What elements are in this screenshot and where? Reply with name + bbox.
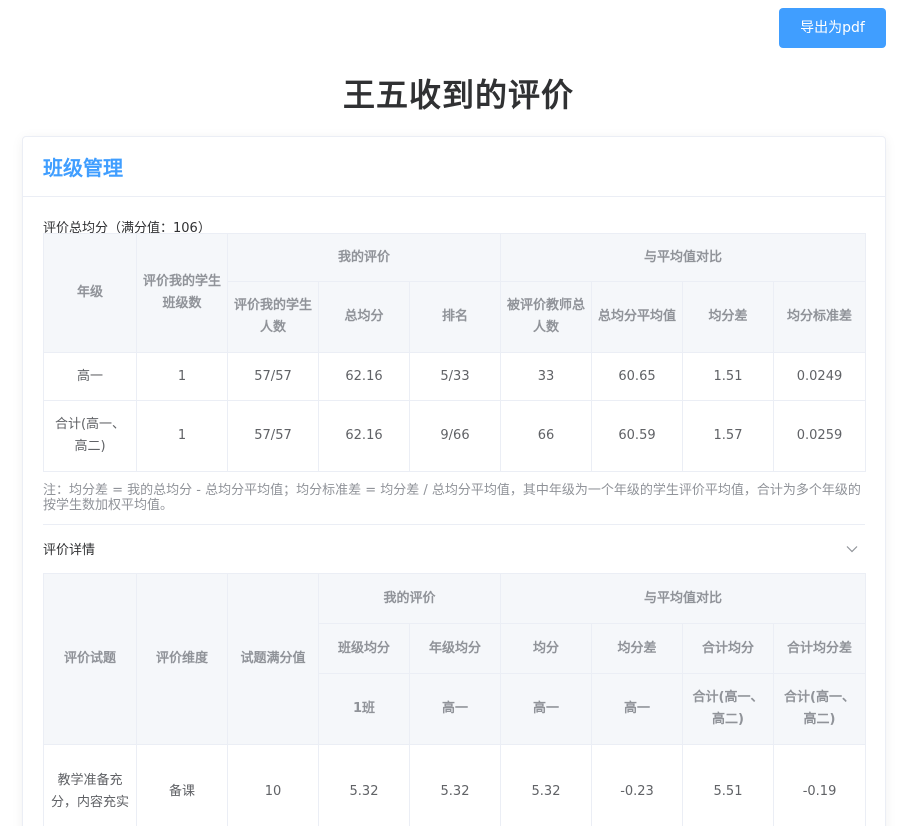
- table-row: 合计(高一、高二) 1 57/57 62.16 9/66 66 60.59 1.…: [43, 400, 867, 472]
- header-class-count: 评价我的学生班级数: [136, 233, 228, 353]
- card-header: 班级管理: [23, 137, 885, 197]
- cell-dimension: 备课: [136, 744, 228, 826]
- cell-class-avg: 5.32: [318, 744, 410, 826]
- class-management-card: 班级管理 评价总均分（满分值：106） 年级 评价我的学生班级数 我的评价 与平…: [22, 136, 886, 826]
- header-my-eval: 我的评价: [317, 573, 502, 624]
- subheader-grade: 高一: [500, 673, 593, 745]
- header-student-count: 评价我的学生人数: [227, 281, 319, 353]
- export-pdf-button[interactable]: 导出为pdf: [779, 8, 886, 48]
- subheader-class: 1班: [318, 673, 410, 745]
- cell-avg: 5.32: [500, 744, 593, 826]
- header-avg: 均分: [500, 623, 593, 674]
- header-full-score: 试题满分值: [227, 573, 319, 745]
- cell-class-count: 1: [136, 400, 228, 472]
- cell-rank: 5/33: [409, 352, 501, 401]
- header-rank: 排名: [409, 281, 501, 353]
- cell-item: 教学准备充分，内容充实: [43, 744, 137, 826]
- header-dimension: 评价维度: [136, 573, 228, 745]
- cell-grade: 合计(高一、高二): [43, 400, 137, 472]
- cell-total-avg: 5.51: [682, 744, 775, 826]
- header-grade-avg: 年级均分: [408, 623, 502, 674]
- header-diff: 均分差: [591, 623, 684, 674]
- header-compare: 与平均值对比: [500, 573, 867, 624]
- table-row: 高一 1 57/57 62.16 5/33 33 60.65 1.51 0.02…: [43, 352, 867, 401]
- summary-note: 注：均分差 = 我的总均分 - 总均分平均值；均分标准差 = 均分差 / 总均分…: [43, 483, 861, 513]
- details-label: 评价详情: [43, 543, 96, 558]
- cell-avg-of-total: 60.65: [591, 352, 683, 401]
- cell-rank: 9/66: [409, 400, 501, 472]
- cell-full-score: 10: [227, 744, 319, 826]
- page-title: 王五收到的评价: [342, 76, 574, 114]
- cell-total-diff: -0.19: [773, 744, 867, 826]
- header-class-avg: 班级均分: [318, 623, 410, 674]
- header-total-avg: 合计均分: [682, 623, 775, 674]
- cell-avg-of-total: 60.59: [591, 400, 683, 472]
- card-title: 班级管理: [43, 156, 123, 180]
- cell-student-count: 57/57: [227, 352, 319, 401]
- cell-diff: -0.23: [591, 744, 684, 826]
- cell-student-count: 57/57: [227, 400, 319, 472]
- subheader-total: 合计(高一、高二): [682, 673, 775, 745]
- chevron-down-icon: [846, 545, 858, 552]
- subheader-total: 合计(高一、高二): [773, 673, 867, 745]
- cell-grade-avg: 5.32: [408, 744, 502, 826]
- cell-grade: 高一: [43, 352, 137, 401]
- cell-total-avg: 62.16: [318, 400, 410, 472]
- cell-std-diff: 0.0259: [772, 400, 867, 472]
- header-std-diff: 均分标准差: [772, 281, 867, 353]
- cell-total-avg: 62.16: [318, 352, 410, 401]
- header-diff: 均分差: [682, 281, 774, 353]
- header-compare: 与平均值对比: [499, 233, 867, 282]
- details-table: 评价试题 评价维度 试题满分值 我的评价 与平均值对比 班级均分 年级均分 均分…: [43, 573, 867, 826]
- header-total-diff: 合计均分差: [773, 623, 867, 674]
- header-avg-of-total: 总均分平均值: [591, 281, 683, 353]
- subheader-grade: 高一: [591, 673, 684, 745]
- header-total-avg: 总均分: [318, 281, 410, 353]
- cell-diff: 1.51: [682, 352, 774, 401]
- table-row: 教学准备充分，内容充实 备课 10 5.32 5.32 5.32 -0.23 5…: [43, 744, 867, 826]
- header-grade: 年级: [43, 233, 137, 353]
- summary-table: 年级 评价我的学生班级数 我的评价 与平均值对比 评价我的学生人数 总均分 排名…: [43, 233, 867, 472]
- subheader-grade: 高一: [408, 673, 502, 745]
- header-teacher-count: 被评价教师总人数: [500, 281, 592, 353]
- header-my-eval: 我的评价: [227, 233, 501, 282]
- header-item: 评价试题: [43, 573, 137, 745]
- cell-teacher-count: 33: [500, 352, 592, 401]
- cell-teacher-count: 66: [500, 400, 592, 472]
- cell-std-diff: 0.0249: [772, 352, 867, 401]
- cell-diff: 1.57: [682, 400, 774, 472]
- cell-class-count: 1: [136, 352, 228, 401]
- details-collapse-header[interactable]: 评价详情: [43, 524, 865, 572]
